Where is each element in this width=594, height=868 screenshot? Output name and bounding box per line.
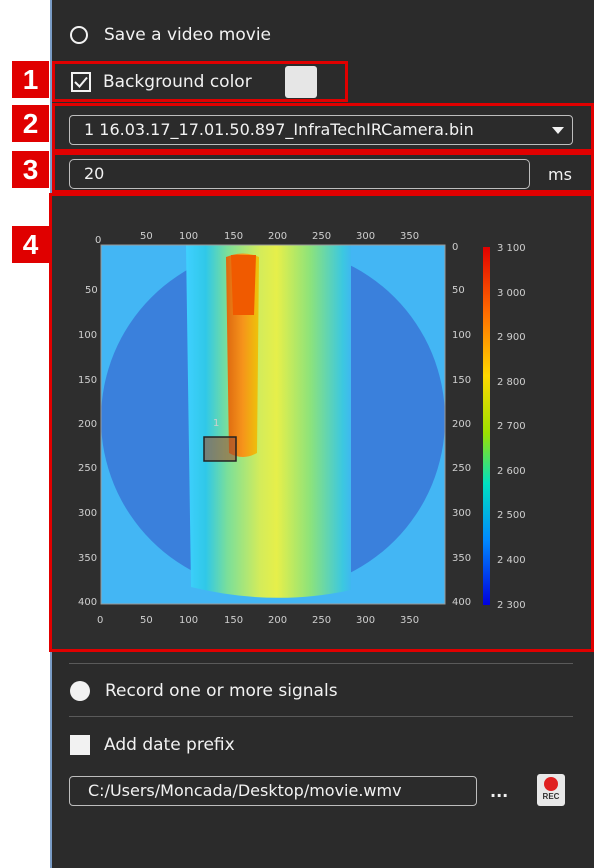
record-dot-icon bbox=[544, 777, 558, 791]
checkmark-icon bbox=[74, 76, 88, 88]
interval-input[interactable]: 20 bbox=[69, 159, 530, 189]
add-date-prefix-checkbox[interactable] bbox=[70, 735, 90, 755]
browse-button[interactable]: ... bbox=[490, 782, 508, 801]
annotation-box-4 bbox=[49, 193, 594, 652]
background-color-swatch[interactable] bbox=[285, 66, 317, 98]
output-path-input[interactable]: C:/Users/Moncada/Desktop/movie.wmv bbox=[69, 776, 477, 806]
annotation-3: 3 bbox=[12, 151, 49, 188]
chevron-down-icon bbox=[552, 127, 564, 134]
record-signals-label: Record one or more signals bbox=[105, 681, 338, 701]
interval-unit-label: ms bbox=[548, 165, 572, 184]
add-date-prefix-label: Add date prefix bbox=[104, 735, 235, 755]
file-dropdown-value: 1 16.03.17_17.01.50.897_InfraTechIRCamer… bbox=[84, 120, 474, 139]
file-dropdown[interactable]: 1 16.03.17_17.01.50.897_InfraTechIRCamer… bbox=[69, 115, 573, 145]
record-signals-radio[interactable] bbox=[70, 681, 90, 701]
save-video-radio[interactable] bbox=[70, 26, 88, 44]
record-button[interactable]: REC bbox=[537, 774, 565, 806]
background-color-checkbox[interactable] bbox=[71, 72, 91, 92]
save-video-label: Save a video movie bbox=[104, 25, 271, 45]
background-color-label: Background color bbox=[103, 72, 252, 92]
annotation-2: 2 bbox=[12, 105, 49, 142]
annotation-4: 4 bbox=[12, 226, 49, 263]
separator-bottom bbox=[69, 716, 573, 717]
separator-top bbox=[69, 663, 573, 664]
annotation-1: 1 bbox=[12, 61, 49, 98]
rec-label: REC bbox=[542, 792, 560, 801]
